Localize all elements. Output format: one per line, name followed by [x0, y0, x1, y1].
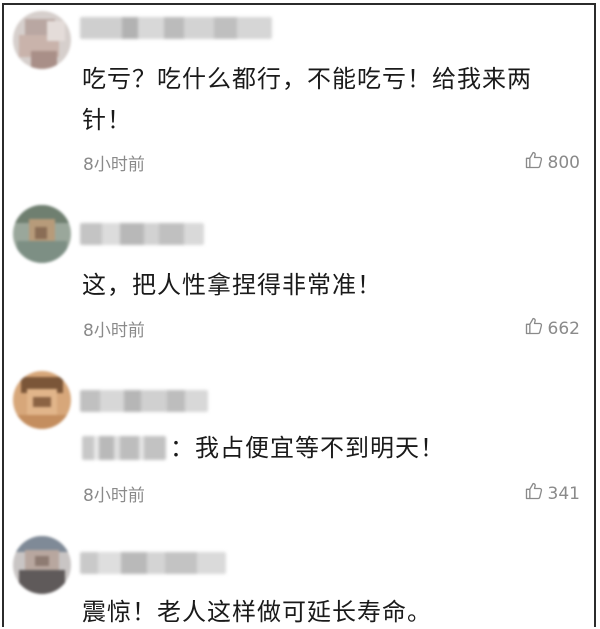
- username-blurred[interactable]: [80, 390, 208, 412]
- like-button[interactable]: 800: [524, 150, 580, 175]
- comment-time: 8小时前: [83, 321, 145, 341]
- comment-text-content: ：我占便宜等不到明天！: [170, 434, 445, 462]
- like-count: 800: [547, 152, 580, 173]
- comment-time: 8小时前: [83, 155, 145, 175]
- like-button[interactable]: 662: [524, 316, 580, 341]
- comment-list-frame: 吃亏？吃什么都行，不能吃亏！给我来两针！ 8小时前 800 这，把人性拿捏得非常…: [2, 3, 596, 627]
- thumbs-up-icon: [524, 316, 544, 341]
- comment-text: ：我占便宜等不到明天！: [82, 428, 574, 469]
- avatar[interactable]: [13, 11, 71, 69]
- avatar[interactable]: [13, 536, 71, 594]
- mentioned-username-blurred[interactable]: [82, 436, 166, 460]
- thumbs-up-icon: [524, 481, 544, 506]
- like-count: 662: [547, 318, 580, 339]
- like-count: 341: [547, 483, 580, 504]
- comment-text: 吃亏？吃什么都行，不能吃亏！给我来两针！: [82, 65, 532, 134]
- username-blurred[interactable]: [80, 17, 272, 39]
- thumbs-up-icon: [524, 150, 544, 175]
- username-blurred[interactable]: [80, 223, 204, 245]
- username-blurred[interactable]: [80, 552, 226, 574]
- comment-text: 这，把人性拿捏得非常准！: [82, 271, 382, 299]
- like-button[interactable]: 341: [524, 481, 580, 506]
- comment-text: 震惊！老人这样做可延长寿命。: [82, 598, 432, 626]
- avatar[interactable]: [13, 205, 71, 263]
- avatar[interactable]: [13, 371, 71, 429]
- comment-time: 8小时前: [83, 486, 145, 506]
